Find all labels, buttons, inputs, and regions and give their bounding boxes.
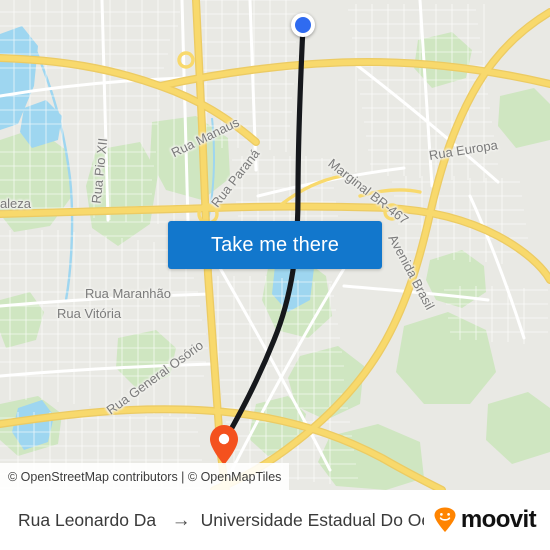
trip-summary-bar: Rua Leonardo Da ... → Universidade Estad… [0, 490, 550, 550]
moovit-pin-icon [434, 507, 456, 532]
moovit-logo[interactable]: moovit [432, 506, 537, 534]
moovit-route-screen: .wroad { stroke:#ffffff; fill:none; stro… [0, 0, 550, 550]
trip-endpoints: Rua Leonardo Da ... → Universidade Estad… [18, 510, 424, 531]
take-me-there-button[interactable]: Take me there [168, 221, 382, 269]
trip-origin-label[interactable]: Rua Leonardo Da ... [18, 510, 162, 531]
trip-destination-label[interactable]: Universidade Estadual Do Oe... [201, 510, 424, 531]
map-attribution: © OpenStreetMap contributors | © OpenMap… [0, 463, 290, 490]
destination-marker-icon[interactable] [208, 424, 240, 466]
moovit-wordmark: moovit [460, 506, 537, 533]
take-me-there-label: Take me there [210, 233, 340, 256]
attribution-text: © OpenStreetMap contributors | © OpenMap… [8, 469, 282, 484]
origin-marker[interactable] [291, 13, 315, 37]
arrow-right-icon: → [171, 509, 191, 531]
